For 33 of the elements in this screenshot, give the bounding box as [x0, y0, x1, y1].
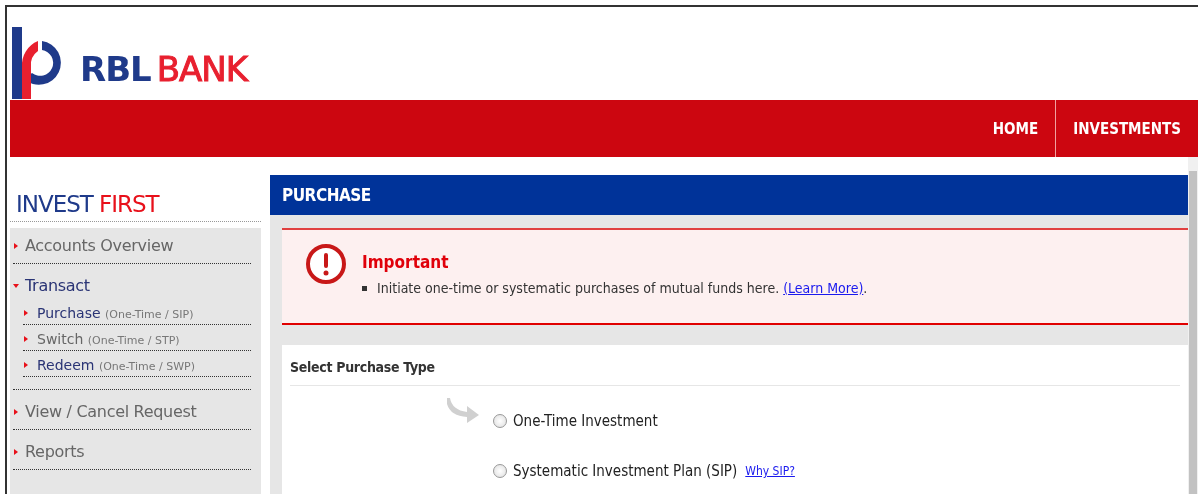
alert-title: Important: [362, 252, 450, 272]
section-title: FIRST: [98, 191, 159, 217]
nav-link[interactable]: HOME: [975, 100, 1056, 157]
menu-item[interactable]: Reports: [13, 438, 251, 470]
menu-item[interactable]: View / Cancel Request: [13, 398, 251, 430]
section-heading: Select Purchase Type: [290, 359, 435, 375]
curved-arrow-icon: [447, 398, 481, 424]
scrollbar[interactable]: [1189, 171, 1197, 494]
caret-right-icon: [13, 448, 19, 455]
radio-button[interactable]: [493, 464, 507, 478]
option-label: One-Time Investment: [513, 412, 658, 430]
caret-right-icon: [23, 362, 29, 368]
learn-more-link[interactable]: (Learn More): [783, 280, 864, 296]
why-sip-link[interactable]: Why SIP?: [745, 464, 795, 478]
submenu-item[interactable]: Purchase (One-Time / SIP): [23, 303, 251, 325]
bullet-icon: [362, 285, 367, 291]
menu-item[interactable]: Transact: [13, 272, 251, 303]
caret-right-icon: [13, 408, 19, 415]
page-title: PURCHASE: [282, 185, 371, 205]
caret-right-icon: [23, 310, 29, 316]
brand-name: RBL: [80, 49, 151, 89]
radio-button[interactable]: [493, 414, 507, 428]
caret-down-icon: [13, 282, 19, 289]
brand-name: BANK: [156, 49, 248, 89]
caret-right-icon: [23, 336, 29, 342]
alert-text: Initiate one-time or systematic purchases of mutual funds here. (Learn More).: [377, 280, 868, 296]
alert-icon: [306, 244, 346, 284]
section-title: INVEST: [16, 191, 93, 217]
submenu-item[interactable]: Switch (One-Time / STP): [23, 329, 251, 351]
option-label: Systematic Investment Plan (SIP): [513, 462, 738, 480]
submenu-item[interactable]: Redeem (One-Time / SWP): [23, 355, 251, 377]
menu-item[interactable]: Accounts Overview: [13, 232, 251, 264]
caret-right-icon: [13, 242, 19, 249]
